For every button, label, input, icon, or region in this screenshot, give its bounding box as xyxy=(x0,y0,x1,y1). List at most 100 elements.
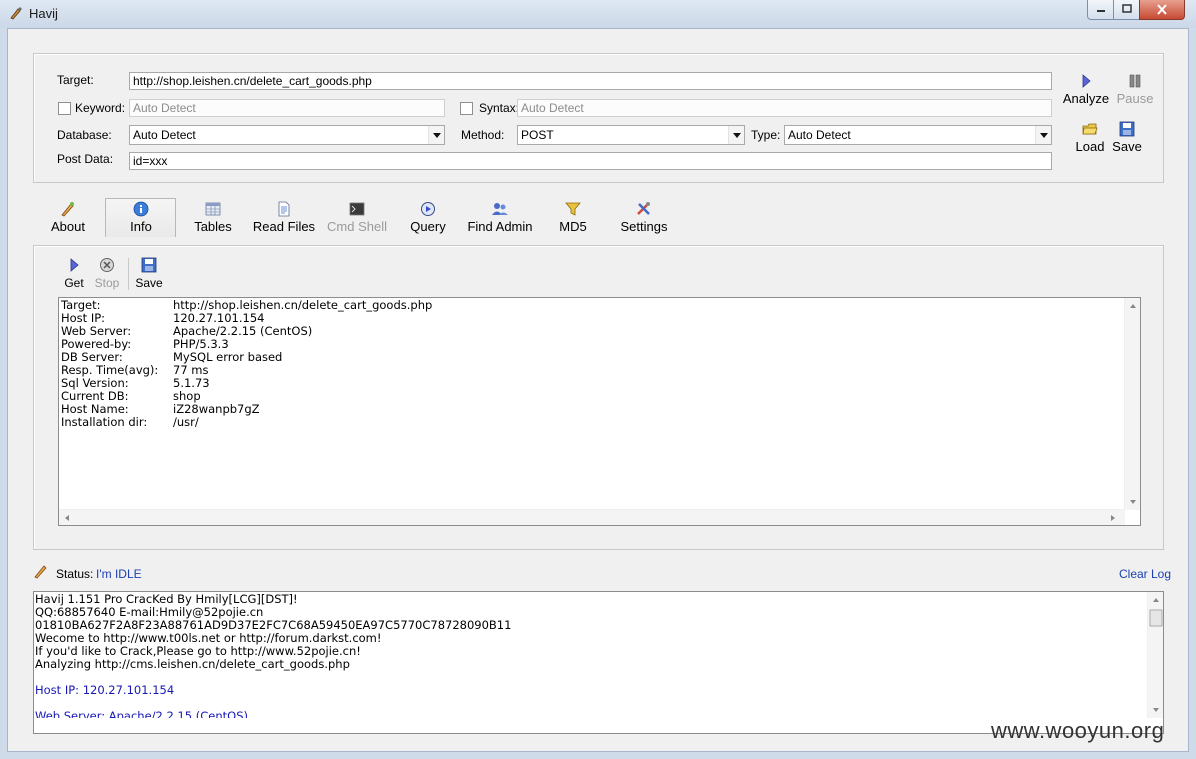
query-icon xyxy=(421,202,435,216)
info-row-value: iZ28wanpb7gZ xyxy=(173,402,260,416)
database-select[interactable]: Auto Detect xyxy=(129,125,445,145)
toolbar-divider xyxy=(128,258,129,290)
log-line: Host IP: 120.27.101.154 xyxy=(35,683,175,697)
tab-tables-label: Tables xyxy=(194,219,232,234)
info-icon xyxy=(133,201,149,217)
minimize-button[interactable] xyxy=(1087,0,1114,20)
tab-info[interactable]: Info xyxy=(116,201,166,234)
info-row-value: MySQL error based xyxy=(173,350,283,364)
info-row-value: shop xyxy=(173,389,201,403)
scroll-arrows-icon xyxy=(1149,598,1163,712)
stop-label: Stop xyxy=(94,276,120,290)
syntax-label: Syntax: xyxy=(479,101,520,115)
database-label: Database: xyxy=(57,128,112,142)
load-button[interactable]: Load xyxy=(1069,121,1111,154)
type-select-value: Auto Detect xyxy=(788,128,851,142)
stop-button[interactable]: Stop xyxy=(92,257,122,290)
info-panel: Get Stop Save Target: http://shop.leishen… xyxy=(33,245,1164,550)
stop-icon xyxy=(100,258,114,272)
get-label: Get xyxy=(64,276,84,290)
tab-settings-label: Settings xyxy=(620,219,668,234)
info-vertical-scrollbar[interactable] xyxy=(1124,298,1140,510)
info-save-button[interactable]: Save xyxy=(133,257,165,290)
tab-read-files[interactable]: Read Files xyxy=(251,201,317,234)
info-row-value: PHP/5.3.3 xyxy=(173,337,229,351)
restore-icon xyxy=(1121,4,1132,13)
terminal-icon xyxy=(349,202,365,216)
window-title: Havij xyxy=(29,6,58,21)
target-label: Target: xyxy=(57,73,94,87)
log-vertical-scrollbar[interactable] xyxy=(1147,592,1163,718)
info-row-value: /usr/ xyxy=(173,415,199,429)
tab-find-admin[interactable]: Find Admin xyxy=(464,201,536,234)
type-label: Type: xyxy=(751,128,781,142)
info-save-label: Save xyxy=(135,276,163,290)
tab-query[interactable]: Query xyxy=(404,201,452,234)
info-row-value: 120.27.101.154 xyxy=(173,311,265,325)
tab-cmd-shell[interactable]: Cmd Shell xyxy=(324,201,390,234)
pause-button[interactable]: Pause xyxy=(1112,73,1158,106)
tab-cmd-shell-label: Cmd Shell xyxy=(327,219,387,234)
chevron-down-icon xyxy=(728,126,744,144)
status-label: Status: xyxy=(56,567,94,581)
tab-md5-label: MD5 xyxy=(559,219,587,234)
save-config-label: Save xyxy=(1112,139,1142,154)
close-icon xyxy=(1157,4,1167,15)
chevron-down-icon xyxy=(428,126,444,144)
users-icon xyxy=(492,203,508,215)
clear-log-link[interactable]: Clear Log xyxy=(1119,567,1171,581)
status-pencil-icon xyxy=(34,565,47,579)
close-button[interactable] xyxy=(1139,0,1185,20)
watermark: www.wooyun.org xyxy=(991,718,1165,743)
pause-icon xyxy=(1129,74,1141,88)
info-list: Target: http://shop.leishen.cn/delete_car… xyxy=(61,299,432,429)
save-config-button[interactable]: Save xyxy=(1108,121,1146,154)
info-row-value: http://shop.leishen.cn/delete_cart_goods… xyxy=(173,298,433,312)
log-output-area[interactable]: Havij 1.151 Pro CracKed By Hmily[LCG][DS… xyxy=(33,591,1164,734)
syntax-checkbox[interactable] xyxy=(460,102,473,115)
info-horizontal-scrollbar[interactable] xyxy=(59,509,1125,525)
method-label: Method: xyxy=(461,128,505,142)
info-row: Installation dir: /usr/ xyxy=(61,416,432,429)
pause-label: Pause xyxy=(1116,91,1154,106)
load-label: Load xyxy=(1075,139,1105,154)
play-icon xyxy=(1082,74,1091,88)
info-output-area[interactable]: Target: http://shop.leishen.cn/delete_car… xyxy=(58,297,1141,526)
info-row-value: Apache/2.2.15 (CentOS) xyxy=(173,324,313,338)
info-row-value: 77 ms xyxy=(173,363,209,377)
keyword-input[interactable]: Auto Detect xyxy=(129,99,445,117)
method-select[interactable]: POST xyxy=(517,125,745,145)
folder-open-icon xyxy=(1082,123,1098,135)
get-button[interactable]: Get xyxy=(61,257,87,290)
log-line: Analyzing http://cms.leishen.cn/delete_c… xyxy=(35,657,350,671)
keyword-checkbox[interactable] xyxy=(58,102,71,115)
analyze-button[interactable]: Analyze xyxy=(1061,73,1111,106)
tab-settings[interactable]: Settings xyxy=(616,201,672,234)
method-select-value: POST xyxy=(521,128,554,142)
info-row-value: 5.1.73 xyxy=(173,376,210,390)
log-line: Web Server: Apache/2.2.15 (CentOS) xyxy=(35,709,249,719)
syntax-input[interactable]: Auto Detect xyxy=(517,99,1052,117)
tab-read-files-label: Read Files xyxy=(252,219,316,234)
tab-tables[interactable]: Tables xyxy=(188,201,238,234)
funnel-icon xyxy=(565,202,581,216)
document-icon xyxy=(278,201,290,217)
keyword-label: Keyword: xyxy=(75,101,126,115)
scroll-arrows-icon xyxy=(1130,304,1136,504)
floppy-disk-icon xyxy=(1119,121,1135,137)
type-select[interactable]: Auto Detect xyxy=(784,125,1052,145)
tab-query-label: Query xyxy=(410,219,446,234)
database-select-value: Auto Detect xyxy=(133,128,196,142)
info-row-key: Installation dir: xyxy=(61,415,148,429)
tab-info-label: Info xyxy=(130,219,152,234)
postdata-input[interactable]: id=xxx xyxy=(129,152,1052,170)
maximize-button[interactable] xyxy=(1113,0,1140,20)
scroll-arrows-horizontal-icon xyxy=(65,515,1115,521)
tab-md5[interactable]: MD5 xyxy=(551,201,595,234)
table-icon xyxy=(205,202,221,216)
tab-about[interactable]: About xyxy=(43,201,93,234)
tab-about-label: About xyxy=(51,219,85,234)
chevron-down-icon xyxy=(1035,126,1051,144)
target-input[interactable]: http://shop.leishen.cn/delete_cart_goods… xyxy=(129,72,1052,90)
main-client-area: Target: http://shop.leishen.cn/delete_ca… xyxy=(7,28,1189,752)
